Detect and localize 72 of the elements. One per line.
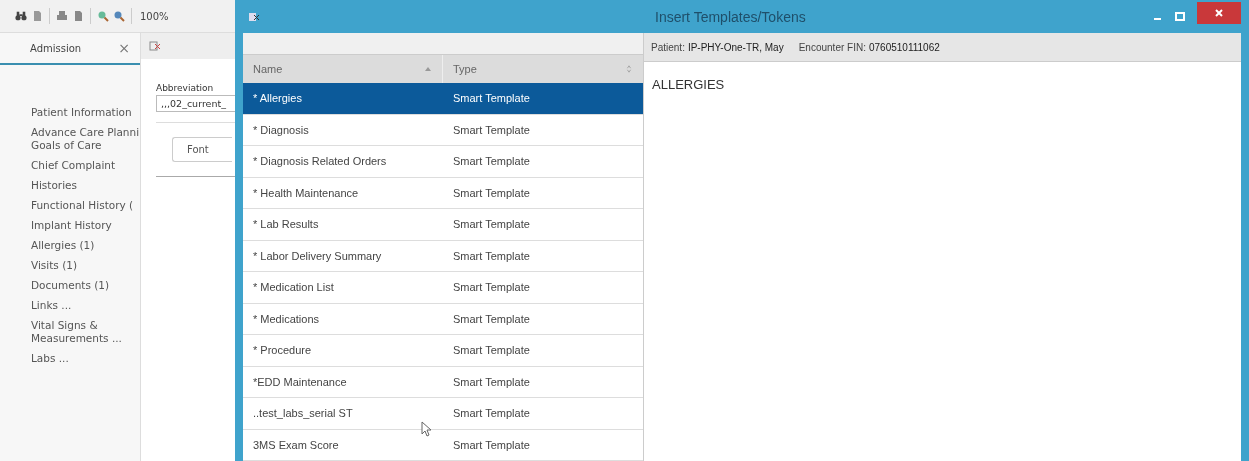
sidebar-item[interactable]: Advance Care Planni Goals of Care [31,126,138,152]
name-cell-text: * Medications [252,312,321,325]
type-cell-text: Smart Template [452,155,531,168]
name-cell-text: * Medication List [252,281,335,294]
close-button[interactable] [1197,1,1241,24]
template-row[interactable]: * Labor Delivery Summary Smart Template [243,240,643,272]
template-row[interactable]: *EDD Maintenance Smart Template [243,366,643,398]
name-cell-text: * Lab Results [252,218,320,231]
maximize-icon[interactable] [1175,11,1185,22]
close-icon [1214,7,1224,18]
sidebar-item[interactable]: Links ... [31,299,138,312]
sidebar-item[interactable]: Labs ... [31,352,138,365]
encounter-label: Encounter FIN: [798,41,866,53]
name-cell-text: * Health Maintenance [252,186,360,199]
name-cell-text: * Diagnosis Related Orders [252,155,388,168]
name-cell-text: * Procedure [252,344,313,357]
sidebar-item[interactable]: Visits (1) [31,259,138,272]
type-cell-text: Smart Template [452,438,531,451]
font-button[interactable]: Font [172,137,232,162]
sidebar-item[interactable]: Implant History [31,219,138,232]
sidebar-item[interactable]: Histories [31,179,138,192]
template-row[interactable]: * Procedure Smart Template [243,335,643,367]
template-row[interactable]: * Diagnosis Smart Template [243,114,643,146]
type-cell-text: Smart Template [452,249,531,262]
document-icon[interactable] [31,10,43,22]
abbreviation-label: Abbreviation [156,83,215,93]
window-title: Insert Templates/Tokens [655,8,806,25]
sidebar-item[interactable]: Allergies (1) [31,239,138,252]
template-row[interactable]: * Medication List Smart Template [243,272,643,304]
template-row[interactable]: * Health Maintenance Smart Template [243,177,643,209]
type-cell-text: Smart Template [452,407,531,420]
patient-label: Patient: [651,41,685,53]
search-field[interactable] [243,33,643,55]
patient-name: IP-PHY-One-TR, May [687,41,784,53]
name-cell-text: 3MS Exam Score [252,438,340,451]
name-cell-text: *EDD Maintenance [252,375,348,388]
sidebar-item[interactable]: Patient Information [31,106,138,119]
type-cell-text: Smart Template [452,123,531,136]
template-icon [149,41,161,51]
template-icon [248,11,260,22]
template-row[interactable]: * Allergies Smart Template [243,83,643,115]
name-cell-text: * Allergies [252,92,303,105]
name-cell-text: * Diagnosis [252,123,310,136]
template-row[interactable]: * Diagnosis Related Orders Smart Template [243,146,643,178]
name-cell-text: * Labor Delivery Summary [252,249,383,262]
type-cell-text: Smart Template [452,92,531,105]
zoom-level[interactable]: 100% [138,10,169,22]
type-cell-text: Smart Template [452,312,531,325]
type-cell-text: Smart Template [452,344,531,357]
type-cell-text: Smart Template [452,186,531,199]
mouse-cursor-icon [421,421,431,437]
binoculars-icon[interactable] [15,10,27,22]
encounter-number: 0760510111062 [868,41,940,53]
type-cell-text: Smart Template [452,281,531,294]
close-icon[interactable]: × [118,40,130,56]
column-header[interactable]: Type [443,55,643,83]
sidebar-item[interactable]: Documents (1) [31,279,138,292]
sidebar-item[interactable]: Chief Complaint [31,159,138,172]
preview-text: ALLERGIES [651,76,726,92]
type-cell-text: Smart Template [452,375,531,388]
name-cell-text: ..test_labs_serial ST [252,407,354,420]
abbreviation-field[interactable]: ,,,02_current_ [156,95,235,112]
printer-icon[interactable] [56,10,68,22]
document-icon[interactable] [72,10,84,22]
type-cell-text: Smart Template [452,218,531,231]
template-row[interactable]: * Lab Results Smart Template [243,209,643,241]
sidebar-item[interactable]: Vital Signs & Measurements ... [31,319,138,345]
sidebar-item[interactable]: Functional History ( [31,199,138,212]
zoom-out-icon[interactable] [97,10,109,22]
template-row[interactable]: * Medications Smart Template [243,303,643,335]
zoom-in-icon[interactable] [113,10,125,22]
admission-tab[interactable]: Admission [30,42,82,54]
